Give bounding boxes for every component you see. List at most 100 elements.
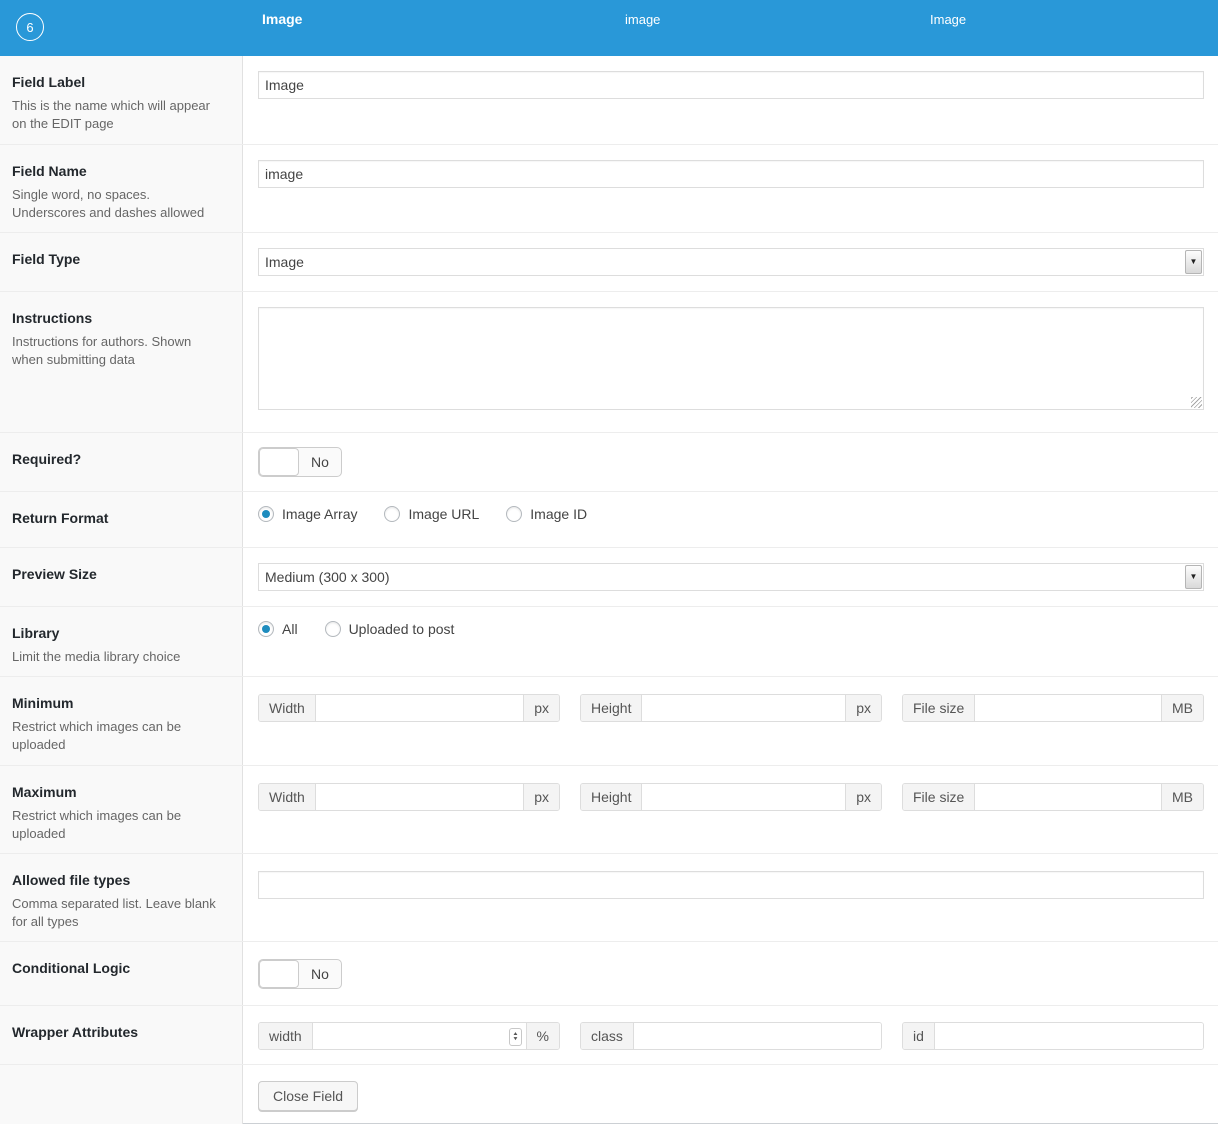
maximum-filesize-group: File size MB bbox=[902, 783, 1204, 811]
toggle-state-label: No bbox=[299, 966, 341, 982]
instructions-textarea[interactable] bbox=[258, 307, 1204, 410]
height-prefix-label: Height bbox=[581, 695, 642, 721]
radio-label: Image ID bbox=[530, 506, 587, 522]
mb-unit-label: MB bbox=[1161, 784, 1203, 810]
px-unit-label: px bbox=[845, 695, 881, 721]
field-header-bar[interactable]: 6 Image image Image bbox=[0, 0, 1218, 56]
textarea-resize-handle-icon[interactable] bbox=[1191, 397, 1202, 408]
field-name-description: Single word, no spaces. Underscores and … bbox=[12, 186, 222, 222]
px-unit-label: px bbox=[523, 695, 559, 721]
class-prefix-label: class bbox=[581, 1023, 634, 1049]
maximum-filesize-input[interactable] bbox=[975, 784, 1161, 810]
radio-image-url[interactable]: Image URL bbox=[384, 506, 479, 522]
field-label-description: This is the name which will appear on th… bbox=[12, 97, 222, 133]
wrapper-width-group: width ▲ ▼ % bbox=[258, 1022, 560, 1050]
toggle-state-label: No bbox=[299, 454, 341, 470]
stepper-down-icon[interactable]: ▼ bbox=[512, 1037, 518, 1042]
radio-library-uploaded[interactable]: Uploaded to post bbox=[325, 621, 455, 637]
preview-size-select[interactable]: Medium (300 x 300) bbox=[258, 563, 1204, 591]
number-stepper[interactable]: ▲ ▼ bbox=[509, 1028, 522, 1046]
return-format-title: Return Format bbox=[12, 510, 222, 526]
width-prefix-label: Width bbox=[259, 695, 316, 721]
setting-row-close-field: Close Field bbox=[0, 1064, 1218, 1124]
filesize-prefix-label: File size bbox=[903, 784, 975, 810]
wrapper-attributes-title: Wrapper Attributes bbox=[12, 1024, 222, 1040]
toggle-knob[interactable] bbox=[259, 448, 299, 476]
minimum-height-group: Height px bbox=[580, 694, 882, 722]
wrapper-width-input[interactable] bbox=[313, 1028, 526, 1044]
radio-selected-icon[interactable] bbox=[258, 506, 274, 522]
radio-label: All bbox=[282, 621, 298, 637]
setting-row-minimum: Minimum Restrict which images can be upl… bbox=[0, 676, 1218, 765]
width-prefix-label: Width bbox=[259, 784, 316, 810]
field-type-select-wrap: Image ▼ bbox=[258, 248, 1204, 276]
field-label-input[interactable] bbox=[258, 71, 1204, 99]
field-header-name: image bbox=[625, 12, 660, 27]
maximum-height-group: Height px bbox=[580, 783, 882, 811]
toggle-knob[interactable] bbox=[259, 960, 299, 988]
library-title: Library bbox=[12, 625, 222, 641]
setting-row-instructions: Instructions Instructions for authors. S… bbox=[0, 291, 1218, 432]
radio-selected-icon[interactable] bbox=[258, 621, 274, 637]
field-name-title: Field Name bbox=[12, 163, 222, 179]
setting-row-allowed-file-types: Allowed file types Comma separated list.… bbox=[0, 853, 1218, 941]
maximum-height-input[interactable] bbox=[642, 784, 845, 810]
radio-unselected-icon[interactable] bbox=[506, 506, 522, 522]
radio-unselected-icon[interactable] bbox=[384, 506, 400, 522]
maximum-width-group: Width px bbox=[258, 783, 560, 811]
setting-row-return-format: Return Format Image Array Image URL Imag… bbox=[0, 491, 1218, 547]
px-unit-label: px bbox=[523, 784, 559, 810]
width-prefix-label: width bbox=[259, 1023, 313, 1049]
close-field-button[interactable]: Close Field bbox=[258, 1081, 358, 1111]
conditional-logic-toggle[interactable]: No bbox=[258, 959, 342, 989]
radio-label: Image Array bbox=[282, 506, 357, 522]
field-type-title: Field Type bbox=[12, 251, 222, 267]
required-toggle[interactable]: No bbox=[258, 447, 342, 477]
wrapper-id-input[interactable] bbox=[935, 1023, 1203, 1049]
maximum-description: Restrict which images can be uploaded bbox=[12, 807, 222, 843]
setting-row-field-name: Field Name Single word, no spaces. Under… bbox=[0, 144, 1218, 232]
minimum-width-group: Width px bbox=[258, 694, 560, 722]
field-name-input[interactable] bbox=[258, 160, 1204, 188]
preview-size-title: Preview Size bbox=[12, 566, 222, 582]
instructions-title: Instructions bbox=[12, 310, 222, 326]
instructions-description: Instructions for authors. Shown when sub… bbox=[12, 333, 222, 369]
allowed-file-types-description: Comma separated list. Leave blank for al… bbox=[12, 895, 222, 931]
percent-unit-label: % bbox=[526, 1023, 559, 1049]
field-label-title: Field Label bbox=[12, 74, 222, 90]
minimum-description: Restrict which images can be uploaded bbox=[12, 718, 222, 754]
maximum-width-input[interactable] bbox=[316, 784, 523, 810]
conditional-logic-title: Conditional Logic bbox=[12, 960, 222, 976]
allowed-file-types-input[interactable] bbox=[258, 871, 1204, 899]
minimum-filesize-input[interactable] bbox=[975, 695, 1161, 721]
id-prefix-label: id bbox=[903, 1023, 935, 1049]
minimum-width-input[interactable] bbox=[316, 695, 523, 721]
required-title: Required? bbox=[12, 451, 222, 467]
filesize-prefix-label: File size bbox=[903, 695, 975, 721]
allowed-file-types-title: Allowed file types bbox=[12, 872, 222, 888]
setting-row-conditional-logic: Conditional Logic No bbox=[0, 941, 1218, 1005]
radio-library-all[interactable]: All bbox=[258, 621, 298, 637]
wrapper-class-input[interactable] bbox=[634, 1023, 881, 1049]
setting-row-wrapper-attributes: Wrapper Attributes width ▲ ▼ % class bbox=[0, 1005, 1218, 1064]
radio-image-id[interactable]: Image ID bbox=[506, 506, 587, 522]
minimum-height-input[interactable] bbox=[642, 695, 845, 721]
setting-row-required: Required? No bbox=[0, 432, 1218, 491]
setting-row-field-label: Field Label This is the name which will … bbox=[0, 56, 1218, 144]
radio-image-array[interactable]: Image Array bbox=[258, 506, 357, 522]
height-prefix-label: Height bbox=[581, 784, 642, 810]
wrapper-id-group: id bbox=[902, 1022, 1204, 1050]
setting-row-preview-size: Preview Size Medium (300 x 300) ▼ bbox=[0, 547, 1218, 606]
setting-row-maximum: Maximum Restrict which images can be upl… bbox=[0, 765, 1218, 853]
px-unit-label: px bbox=[845, 784, 881, 810]
field-type-select[interactable]: Image bbox=[258, 248, 1204, 276]
field-order-badge[interactable]: 6 bbox=[16, 13, 44, 41]
field-header-label[interactable]: Image bbox=[262, 11, 302, 27]
minimum-filesize-group: File size MB bbox=[902, 694, 1204, 722]
wrapper-class-group: class bbox=[580, 1022, 882, 1050]
radio-unselected-icon[interactable] bbox=[325, 621, 341, 637]
radio-label: Image URL bbox=[408, 506, 479, 522]
setting-row-library: Library Limit the media library choice A… bbox=[0, 606, 1218, 676]
preview-size-select-wrap: Medium (300 x 300) ▼ bbox=[258, 563, 1204, 591]
field-header-type: Image bbox=[930, 12, 966, 27]
